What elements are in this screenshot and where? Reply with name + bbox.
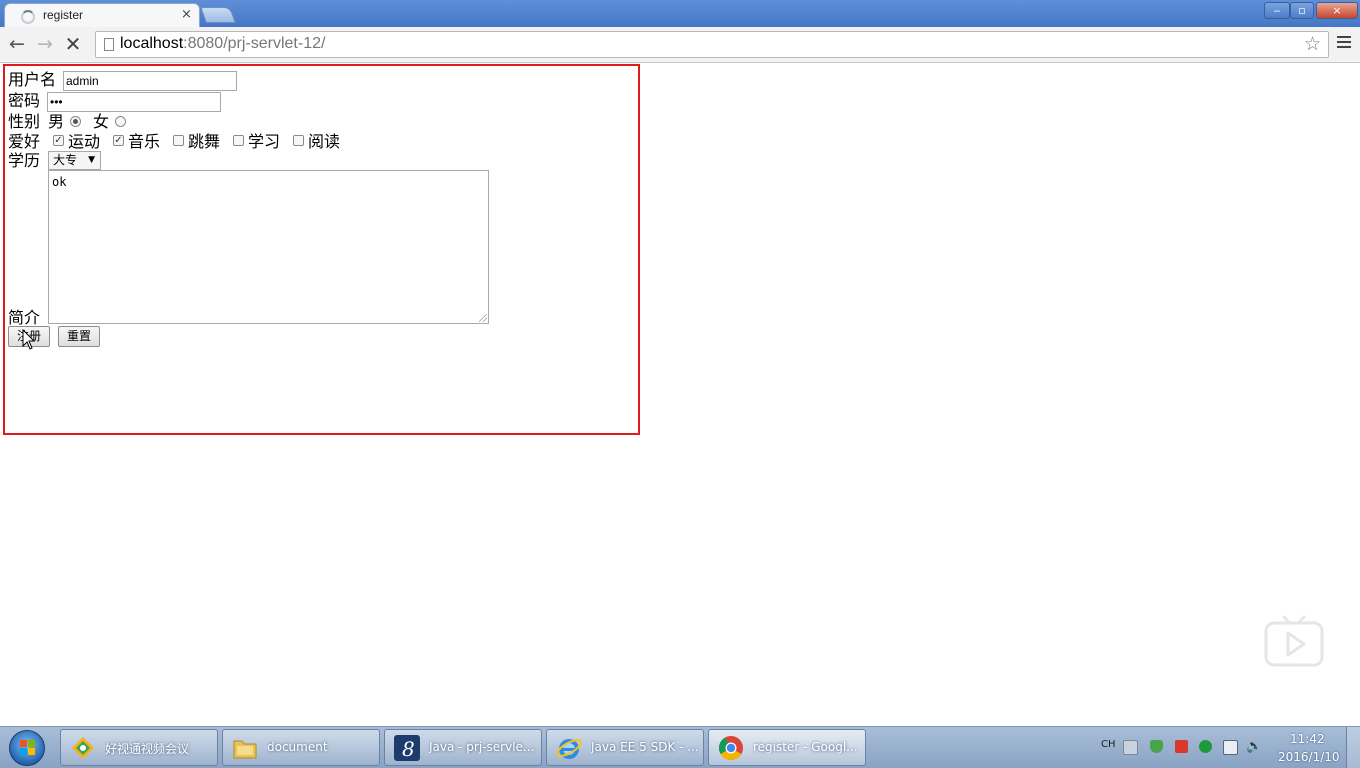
svg-text:8: 8 [402, 737, 415, 761]
taskbar-label: 好视通视频会议 [105, 742, 190, 756]
hobby-dance-checkbox[interactable] [173, 135, 184, 146]
video-player-play-icon[interactable] [1264, 615, 1324, 667]
taskbar-label: register - Googl... [753, 740, 858, 754]
taskbar-item-document[interactable]: document [222, 729, 380, 766]
intro-textarea[interactable]: ok [48, 170, 489, 324]
show-desktop-button[interactable] [1346, 727, 1360, 768]
address-url[interactable]: localhost:8080/prj-servlet-12/ [120, 35, 325, 53]
password-input[interactable]: ••• [47, 92, 221, 112]
education-label: 学历 [8, 151, 41, 170]
ie-icon [556, 739, 582, 759]
taskbar-label: document [267, 740, 328, 754]
stop-loading-icon[interactable]: ✕ [62, 33, 84, 55]
url-path: :8080/prj-servlet-12/ [183, 35, 326, 52]
videoconf-icon [72, 737, 94, 759]
back-arrow-icon[interactable]: ← [6, 33, 28, 55]
resize-grip-icon[interactable] [479, 314, 487, 322]
reset-button[interactable]: 重置 [58, 326, 100, 347]
window-maximize-button[interactable]: ▫ [1290, 2, 1314, 19]
security-shield-icon[interactable] [1150, 740, 1163, 753]
taskbar-item-eclipse[interactable]: 8 Java - prj-servle... [384, 729, 542, 766]
keyboard-icon[interactable] [1123, 740, 1138, 755]
taskbar-item-videoconf[interactable]: 好视通视频会议 [60, 729, 218, 766]
address-bar[interactable]: localhost:8080/prj-servlet-12/ ☆ [95, 31, 1329, 58]
browser-toolbar: ← → ✕ localhost:8080/prj-servlet-12/ ☆ [0, 27, 1360, 63]
dropdown-arrow-icon: ▼ [88, 155, 95, 165]
intro-text: ok [52, 175, 67, 189]
windows-logo-icon [20, 740, 36, 756]
network-icon[interactable] [1223, 740, 1238, 755]
folder-icon [233, 740, 257, 759]
hobby-reading-checkbox[interactable] [293, 135, 304, 146]
windows-taskbar: 好视通视频会议 document 8 Java - prj-servle... … [0, 726, 1360, 768]
hobby-sport-checkbox[interactable]: ✓ [53, 135, 64, 146]
hobby-dance-label: 跳舞 [188, 132, 221, 151]
clock-date[interactable]: 2016/1/10 [1278, 750, 1340, 764]
education-selected-value: 大专 [53, 153, 78, 167]
plus-app-icon[interactable] [1199, 740, 1212, 753]
gender-female-radio[interactable] [115, 116, 126, 127]
volume-icon[interactable]: 🔈 [1246, 740, 1262, 753]
battery-app-icon[interactable] [1175, 740, 1188, 753]
username-label: 用户名 [8, 70, 57, 89]
browser-tab-register[interactable]: register × [4, 3, 200, 27]
password-label: 密码 [8, 91, 41, 110]
taskbar-label: Java EE 5 SDK - ... [591, 740, 699, 754]
forward-arrow-icon[interactable]: → [34, 33, 56, 55]
url-host: localhost [120, 35, 184, 52]
mouse-cursor-icon [22, 329, 36, 350]
gender-male-label: 男 [48, 112, 65, 131]
intro-label: 简介 [8, 308, 41, 327]
new-tab-button[interactable] [200, 7, 236, 23]
hobby-music-label: 音乐 [128, 132, 161, 151]
hobby-sport-label: 运动 [68, 132, 101, 151]
taskbar-label: Java - prj-servle... [429, 740, 535, 754]
hobby-label: 爱好 [8, 132, 41, 151]
taskbar-item-ie[interactable]: Java EE 5 SDK - ... [546, 729, 704, 766]
gender-male-radio[interactable] [70, 116, 81, 127]
browser-titlebar: register × ‒ ▫ × [0, 0, 1360, 27]
hobby-study-checkbox[interactable] [233, 135, 244, 146]
start-button[interactable] [9, 730, 45, 766]
hobby-study-label: 学习 [248, 132, 281, 151]
page-icon [104, 38, 114, 51]
taskbar-item-chrome[interactable]: register - Googl... [708, 729, 866, 766]
window-close-button[interactable]: × [1316, 2, 1358, 19]
bookmark-star-icon[interactable]: ☆ [1304, 33, 1321, 55]
education-select[interactable]: 大专 ▼ [48, 151, 101, 170]
chrome-menu-icon[interactable] [1337, 36, 1351, 51]
hobby-music-checkbox[interactable]: ✓ [113, 135, 124, 146]
chrome-icon [719, 736, 743, 761]
page-content: 用户名 密码 ••• 性别 男 女 爱好 ✓ 运动 ✓ 音乐 跳舞 学习 阅读 … [0, 63, 1360, 726]
hobby-reading-label: 阅读 [308, 132, 341, 151]
gender-label: 性别 [8, 112, 41, 131]
tab-close-icon[interactable]: × [181, 7, 192, 22]
tab-title: register [43, 8, 84, 22]
username-input[interactable] [63, 71, 237, 91]
window-minimize-button[interactable]: ‒ [1264, 2, 1290, 19]
clock-time[interactable]: 11:42 [1290, 732, 1325, 746]
input-language-indicator[interactable]: CH [1101, 739, 1116, 750]
loading-spinner-icon [21, 10, 35, 24]
gender-female-label: 女 [93, 112, 110, 131]
eclipse-icon: 8 [394, 735, 420, 761]
